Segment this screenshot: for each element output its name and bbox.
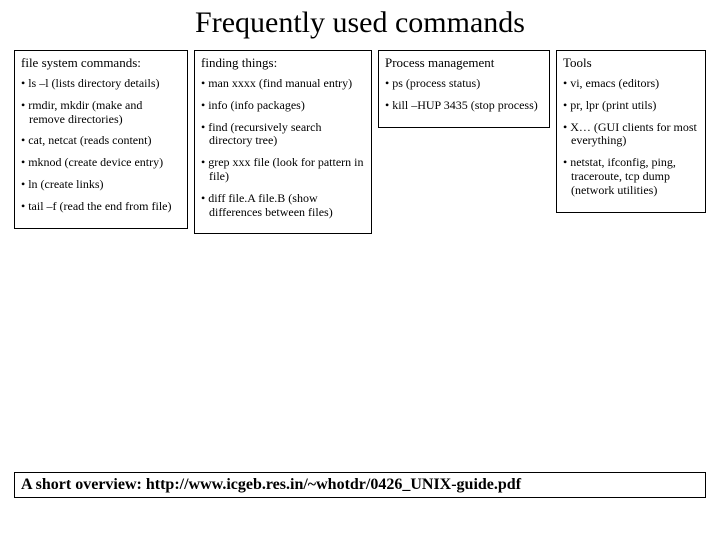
list-item: tail –f (read the end from file) — [21, 200, 181, 214]
column-heading: finding things: — [201, 55, 365, 71]
column-process: Process management ps (process status) k… — [378, 50, 550, 128]
list-item: ls –l (lists directory details) — [21, 77, 181, 91]
page-title: Frequently used commands — [0, 0, 720, 40]
list-item: find (recursively search directory tree) — [201, 121, 365, 149]
column-tools: Tools vi, emacs (editors) pr, lpr (print… — [556, 50, 706, 213]
list-item: ps (process status) — [385, 77, 543, 91]
list-item: ln (create links) — [21, 178, 181, 192]
list-item: cat, netcat (reads content) — [21, 134, 181, 148]
list-item: kill –HUP 3435 (stop process) — [385, 99, 543, 113]
column-heading: Process management — [385, 55, 543, 71]
list-item: vi, emacs (editors) — [563, 77, 699, 91]
footer-link: A short overview: http://www.icgeb.res.i… — [14, 472, 706, 498]
list-item: pr, lpr (print utils) — [563, 99, 699, 113]
list-item: netstat, ifconfig, ping, traceroute, tcp… — [563, 156, 699, 197]
column-filesystem: file system commands: ls –l (lists direc… — [14, 50, 188, 229]
column-heading: file system commands: — [21, 55, 181, 71]
slide: Frequently used commands file system com… — [0, 0, 720, 540]
list-item: mknod (create device entry) — [21, 156, 181, 170]
columns-container: file system commands: ls –l (lists direc… — [0, 40, 720, 234]
list-item: rmdir, mkdir (make and remove directorie… — [21, 99, 181, 127]
column-heading: Tools — [563, 55, 699, 71]
column-finding: finding things: man xxxx (find manual en… — [194, 50, 372, 234]
list-item: X… (GUI clients for most everything) — [563, 121, 699, 149]
list-item: man xxxx (find manual entry) — [201, 77, 365, 91]
list-item: diff file.A file.B (show differences bet… — [201, 192, 365, 220]
list-item: grep xxx file (look for pattern in file) — [201, 156, 365, 184]
list-item: info (info packages) — [201, 99, 365, 113]
